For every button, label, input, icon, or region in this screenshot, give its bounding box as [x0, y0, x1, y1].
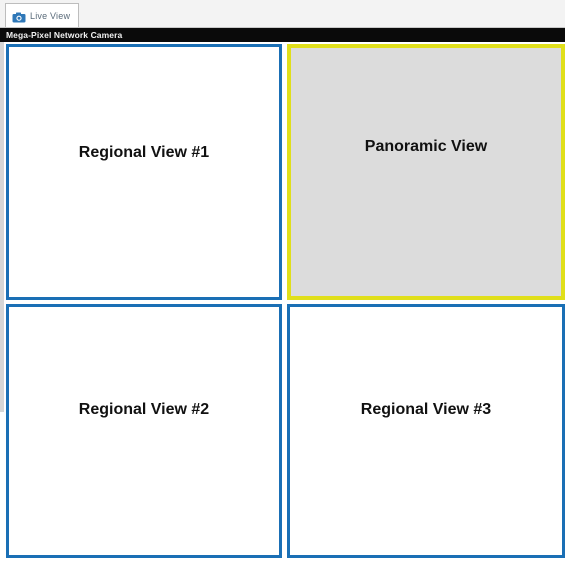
regional-view-3-label: Regional View #3 [360, 401, 492, 418]
panoramic-view-pane[interactable]: Panoramic View [287, 44, 565, 300]
regional-view-2-pane[interactable]: Regional View #2 [6, 304, 282, 558]
regional-view-1-label: Regional View #1 [78, 144, 210, 161]
title-bar: Mega-Pixel Network Camera [0, 28, 565, 42]
tab-live-view[interactable]: Live View [5, 3, 79, 27]
regional-view-3-pane[interactable]: Regional View #3 [287, 304, 565, 558]
left-edge-divider [0, 42, 4, 412]
regional-view-1-pane[interactable]: Regional View #1 [6, 44, 282, 300]
camera-viewer-window: Live View Mega-Pixel Network Camera Regi… [0, 0, 565, 561]
panoramic-view-label: Panoramic View [364, 138, 488, 155]
tab-strip: Live View [0, 0, 565, 28]
tab-label: Live View [30, 10, 71, 21]
window-title: Mega-Pixel Network Camera [6, 30, 123, 40]
regional-view-2-label: Regional View #2 [78, 401, 210, 418]
camera-icon [12, 10, 26, 23]
